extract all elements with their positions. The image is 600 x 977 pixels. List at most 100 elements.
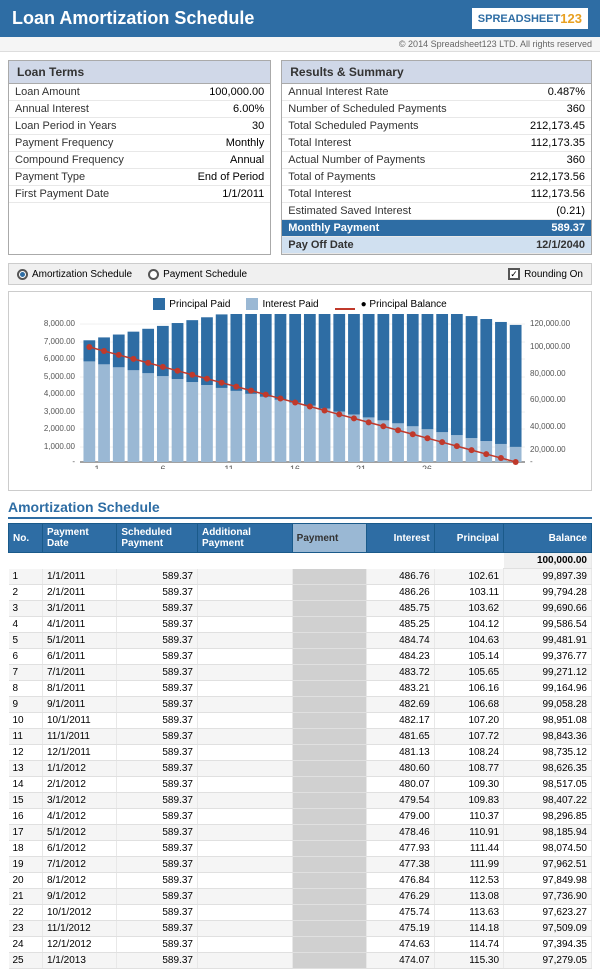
row-payment xyxy=(292,841,366,857)
row-principal: 109.83 xyxy=(434,793,503,809)
row-balance: 97,509.09 xyxy=(504,921,592,937)
table-row: 14 2/1/2012 589.37 480.07 109.30 98,517.… xyxy=(9,777,592,793)
row-date: 3/1/2011 xyxy=(42,601,116,617)
table-row: 7 7/1/2011 589.37 483.72 105.65 99,271.1… xyxy=(9,665,592,681)
svg-text:7,000.00: 7,000.00 xyxy=(44,337,76,346)
row-payment xyxy=(292,873,366,889)
svg-text:60,000.00: 60,000.00 xyxy=(530,395,566,404)
payoff-row: Pay Off Date12/1/2040 xyxy=(282,237,591,254)
loan-term-value: 1/1/2011 xyxy=(153,186,271,203)
row-interest: 486.76 xyxy=(367,569,435,585)
row-payment xyxy=(292,761,366,777)
row-date: 6/1/2011 xyxy=(42,649,116,665)
radio-circle-amortization[interactable] xyxy=(17,269,28,280)
row-no: 13 xyxy=(9,761,43,777)
row-scheduled: 589.37 xyxy=(117,921,198,937)
row-additional xyxy=(197,713,292,729)
row-no: 14 xyxy=(9,777,43,793)
row-payment xyxy=(292,713,366,729)
row-balance: 99,586.54 xyxy=(504,617,592,633)
checkbox-box[interactable]: ✓ xyxy=(508,268,520,280)
row-additional xyxy=(197,905,292,921)
row-scheduled: 589.37 xyxy=(117,953,198,969)
row-interest: 477.38 xyxy=(367,857,435,873)
col-interest: Interest xyxy=(367,524,435,553)
result-value: 360 xyxy=(483,152,591,169)
row-additional xyxy=(197,937,292,953)
row-scheduled: 589.37 xyxy=(117,809,198,825)
loan-term-row: First Payment Date1/1/2011 xyxy=(9,186,270,203)
row-interest: 486.26 xyxy=(367,585,435,601)
row-no: 7 xyxy=(9,665,43,681)
initial-balance-row: 100,000.00 xyxy=(9,553,592,569)
row-payment xyxy=(292,681,366,697)
amortization-schedule-radio[interactable]: Amortization Schedule xyxy=(17,269,132,280)
chart-legend: Principal Paid Interest Paid ● Principal… xyxy=(15,298,585,310)
schedule-table: No. Payment Date Scheduled Payment Addit… xyxy=(8,523,592,969)
row-scheduled: 589.37 xyxy=(117,617,198,633)
loan-term-value: 30 xyxy=(153,118,271,135)
svg-text:80,000.00: 80,000.00 xyxy=(530,369,566,378)
row-additional xyxy=(197,953,292,969)
row-scheduled: 589.37 xyxy=(117,857,198,873)
row-balance: 97,394.35 xyxy=(504,937,592,953)
col-additional: Additional Payment xyxy=(197,524,292,553)
row-interest: 485.75 xyxy=(367,601,435,617)
loan-term-label: Payment Frequency xyxy=(9,135,153,152)
row-interest: 481.13 xyxy=(367,745,435,761)
row-date: 6/1/2012 xyxy=(42,841,116,857)
loan-term-value: Annual xyxy=(153,152,271,169)
svg-text:26: 26 xyxy=(422,464,432,469)
result-label: Total of Payments xyxy=(282,169,483,186)
table-row: 17 5/1/2012 589.37 478.46 110.91 98,185.… xyxy=(9,825,592,841)
row-scheduled: 589.37 xyxy=(117,585,198,601)
table-row: 9 9/1/2011 589.37 482.69 106.68 99,058.2… xyxy=(9,697,592,713)
row-scheduled: 589.37 xyxy=(117,905,198,921)
row-date: 11/1/2011 xyxy=(42,729,116,745)
rounding-checkbox[interactable]: ✓ Rounding On xyxy=(508,268,583,280)
row-scheduled: 589.37 xyxy=(117,713,198,729)
row-balance: 99,058.28 xyxy=(504,697,592,713)
radio-circle-payment[interactable] xyxy=(148,269,159,280)
result-label: Actual Number of Payments xyxy=(282,152,483,169)
loan-term-row: Payment FrequencyMonthly xyxy=(9,135,270,152)
table-row: 1 1/1/2011 589.37 486.76 102.61 99,897.3… xyxy=(9,569,592,585)
row-additional xyxy=(197,601,292,617)
svg-text:6: 6 xyxy=(160,464,165,469)
rounding-label: Rounding On xyxy=(524,269,583,280)
table-row: 16 4/1/2012 589.37 479.00 110.37 98,296.… xyxy=(9,809,592,825)
row-principal: 111.99 xyxy=(434,857,503,873)
result-row: Number of Scheduled Payments360 xyxy=(282,101,591,118)
result-row: Total Interest112,173.35 xyxy=(282,135,591,152)
table-row: 13 1/1/2012 589.37 480.60 108.77 98,626.… xyxy=(9,761,592,777)
row-interest: 476.84 xyxy=(367,873,435,889)
table-row: 23 11/1/2012 589.37 475.19 114.18 97,509… xyxy=(9,921,592,937)
row-payment xyxy=(292,857,366,873)
row-principal: 108.24 xyxy=(434,745,503,761)
row-interest: 476.29 xyxy=(367,889,435,905)
row-balance: 98,185.94 xyxy=(504,825,592,841)
row-principal: 102.61 xyxy=(434,569,503,585)
results-panel: Results & Summary Annual Interest Rate0.… xyxy=(281,60,592,255)
row-scheduled: 589.37 xyxy=(117,745,198,761)
table-row: 4 4/1/2011 589.37 485.25 104.12 99,586.5… xyxy=(9,617,592,633)
row-scheduled: 589.37 xyxy=(117,633,198,649)
svg-text:3,000.00: 3,000.00 xyxy=(44,407,76,416)
results-table: Annual Interest Rate0.487%Number of Sche… xyxy=(282,84,591,254)
payment-schedule-radio[interactable]: Payment Schedule xyxy=(148,269,247,280)
row-principal: 104.12 xyxy=(434,617,503,633)
legend-principal-paid: Principal Paid xyxy=(153,298,230,310)
row-balance: 97,962.51 xyxy=(504,857,592,873)
row-date: 9/1/2012 xyxy=(42,889,116,905)
svg-text:100,000.00: 100,000.00 xyxy=(530,342,571,351)
row-scheduled: 589.37 xyxy=(117,665,198,681)
row-additional xyxy=(197,857,292,873)
monthly-payment-label: Monthly Payment xyxy=(282,220,483,237)
row-date: 5/1/2011 xyxy=(42,633,116,649)
result-row: Total Scheduled Payments212,173.45 xyxy=(282,118,591,135)
row-principal: 115.30 xyxy=(434,953,503,969)
svg-text:-: - xyxy=(530,457,533,466)
amortization-section: Amortization Schedule No. Payment Date S… xyxy=(8,499,592,969)
monthly-payment-row: Monthly Payment589.37 xyxy=(282,220,591,237)
svg-text:21: 21 xyxy=(356,464,366,469)
